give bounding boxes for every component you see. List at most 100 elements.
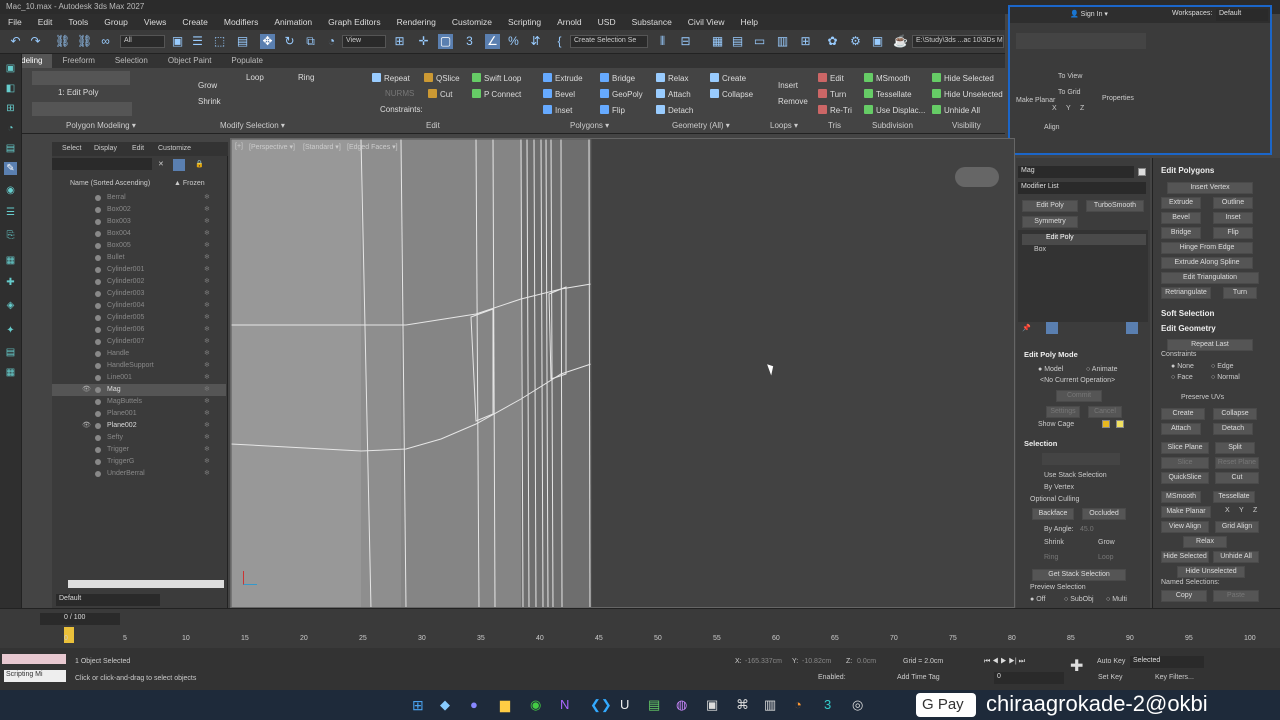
z-button[interactable]: Z [1080, 105, 1084, 112]
vscode-icon[interactable]: ❮❯ [590, 697, 612, 713]
shrink-button[interactable]: Shrink [1044, 539, 1064, 546]
viewcube-icon[interactable] [955, 167, 999, 187]
scene-item[interactable]: Cylinder002 ❄ [52, 276, 226, 288]
menu-edit[interactable]: Edit [30, 14, 61, 30]
tessellate-button[interactable]: Tessellate [1213, 491, 1255, 503]
create-button[interactable]: Create [710, 73, 746, 83]
pin-stack-icon[interactable]: 📌 [1022, 324, 1031, 332]
object-name-field[interactable]: Mag [1018, 166, 1134, 178]
menu-arnold[interactable]: Arnold [549, 14, 590, 30]
window-crossing-icon[interactable]: ▤ [235, 34, 250, 49]
to-grid-button[interactable]: To Grid [1058, 89, 1081, 96]
quickslice-button[interactable]: QuickSlice [1161, 472, 1209, 484]
bridge-button[interactable]: Bridge [1161, 227, 1201, 239]
freeze-icon[interactable]: ❄ [204, 409, 210, 417]
menu-graph-editors[interactable]: Graph Editors [320, 14, 388, 30]
scene-item[interactable]: Cylinder006 ❄ [52, 324, 226, 336]
scene-item[interactable]: 👁 Mag ❄ [52, 384, 226, 396]
tab-display[interactable]: Display [94, 145, 117, 152]
scene-item[interactable]: MagButtels ❄ [52, 396, 226, 408]
stack-item-edit-poly[interactable]: Edit Poly [1022, 234, 1146, 245]
tool-icon-e[interactable]: ✚ [4, 276, 17, 289]
freeze-icon[interactable]: ❄ [204, 289, 210, 297]
select-by-name-icon[interactable]: ☰ [190, 34, 205, 49]
turn-button[interactable]: Turn [1223, 287, 1257, 299]
cut-button[interactable]: Cut [1215, 472, 1259, 484]
scene-item[interactable]: TriggerG ❄ [52, 456, 226, 468]
menu-rendering[interactable]: Rendering [389, 14, 444, 30]
edit-triangulation-button[interactable]: Edit Triangulation [1161, 272, 1259, 284]
scene-item[interactable]: Cylinder001 ❄ [52, 264, 226, 276]
key-set-dropdown[interactable]: Selected [1130, 656, 1204, 668]
freeze-icon[interactable]: ❄ [204, 301, 210, 309]
grow-button[interactable]: Grow [1098, 539, 1115, 546]
scene-item[interactable]: HandleSupport ❄ [52, 360, 226, 372]
make-planar-button[interactable]: Make Planar [1161, 506, 1211, 518]
preview-multi-radio[interactable]: ○ Multi [1106, 596, 1127, 603]
hinge-from-edge-button[interactable]: Hinge From Edge [1161, 242, 1253, 254]
key-filters-button[interactable]: Key Filters... [1155, 674, 1194, 681]
align-tool-icons[interactable] [1016, 33, 1146, 49]
onenote-icon[interactable]: N [560, 697, 569, 712]
freeze-icon[interactable]: ❄ [204, 397, 210, 405]
utilities-panel-icon[interactable]: ✎ [4, 162, 17, 175]
redo-icon[interactable]: ↷ [28, 34, 43, 49]
by-angle-checkbox[interactable]: By Angle: [1044, 526, 1074, 533]
flip-button[interactable]: Flip [600, 105, 625, 115]
freeze-icon[interactable]: ❄ [204, 325, 210, 333]
freeze-icon[interactable]: ❄ [204, 241, 210, 249]
windows-start-icon[interactable]: ⊞ [412, 697, 424, 714]
freeze-icon[interactable]: ❄ [204, 277, 210, 285]
freeze-icon[interactable]: ❄ [204, 349, 210, 357]
app-icon-1[interactable]: ◆ [440, 697, 450, 713]
current-frame-field[interactable]: 0 [994, 672, 1064, 684]
detach-button[interactable]: Detach [656, 105, 693, 115]
schematic-icon[interactable]: ⊞ [798, 34, 813, 49]
scene-item[interactable]: Cylinder007 ❄ [52, 336, 226, 348]
y-button[interactable]: Y [1239, 507, 1244, 514]
create-panel-icon[interactable]: ▣ [4, 62, 17, 75]
freeze-icon[interactable]: ❄ [204, 469, 210, 477]
discord-icon[interactable]: ● [470, 697, 478, 712]
bevel-button[interactable]: Bevel [1161, 212, 1201, 224]
select-object-icon[interactable]: ▣ [170, 34, 185, 49]
constraint-face-radio[interactable]: ○ Face [1171, 374, 1193, 381]
freeze-icon[interactable]: ❄ [204, 265, 210, 273]
cut-button[interactable]: Cut [428, 89, 452, 99]
workspace-dropdown[interactable]: Default [1216, 9, 1268, 21]
freeze-icon[interactable]: ❄ [204, 217, 210, 225]
move-icon[interactable]: ✥ [260, 34, 275, 49]
viewport-pov-menu[interactable]: [Perspective ▾] [249, 143, 295, 151]
hide-selected-button[interactable]: Hide Selected [932, 73, 994, 83]
edit-polygons-header[interactable]: Edit Polygons [1161, 166, 1214, 175]
z-coord-field[interactable]: 0.0cm [857, 658, 876, 665]
scene-item[interactable]: UnderBerral ❄ [52, 468, 226, 480]
ribbon-tab-populate[interactable]: Populate [221, 54, 273, 68]
scene-item[interactable]: Sefty ❄ [52, 432, 226, 444]
tab-customize[interactable]: Customize [158, 145, 191, 152]
turbosmooth-button[interactable]: TurboSmooth [1086, 200, 1144, 212]
bridge-button[interactable]: Bridge [600, 73, 635, 83]
sign-in-button[interactable]: 👤 Sign In ▾ [1070, 10, 1108, 18]
collapse-button[interactable]: Collapse [710, 89, 753, 99]
freeze-icon[interactable]: ❄ [204, 433, 210, 441]
viewport-shading-menu[interactable]: [Standard ▾] [303, 143, 341, 151]
tool-icon-b[interactable]: ☰ [4, 206, 17, 219]
qslice-button[interactable]: QSlice [424, 73, 460, 83]
y-button[interactable]: Y [1066, 105, 1071, 112]
group-polygon-modeling[interactable]: Polygon Modeling ▾ [66, 121, 136, 130]
add-time-tag[interactable]: Add Time Tag [897, 674, 940, 681]
attach-button[interactable]: Attach [656, 89, 691, 99]
object-color-swatch[interactable] [1138, 168, 1146, 176]
app-icon-3[interactable]: ◍ [676, 697, 687, 713]
reset-plane-button[interactable]: Reset Plane [1215, 457, 1259, 469]
grow-button[interactable]: Grow [198, 81, 217, 90]
ribbon-toggle-icon[interactable]: ▭ [752, 34, 767, 49]
tool-icon-g[interactable]: ✦ [4, 324, 17, 337]
angle-snap-icon[interactable]: ∠ [485, 34, 500, 49]
scene-item[interactable]: Cylinder005 ❄ [52, 312, 226, 324]
freeze-icon[interactable]: ❄ [204, 445, 210, 453]
maxscript-mini-listener[interactable]: Scripting Mi [4, 670, 66, 682]
subobject-level-icons[interactable] [1042, 453, 1120, 465]
configure-sets-icon[interactable] [1126, 322, 1138, 334]
